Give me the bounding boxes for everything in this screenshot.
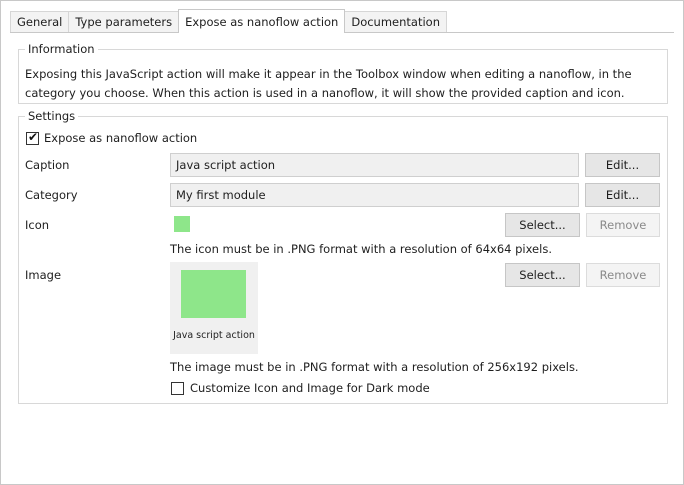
information-text: Exposing this JavaScript action will mak… [25,67,632,100]
tab-panel: Information Exposing this JavaScript act… [10,32,674,477]
tab-expose-as-nanoflow-action[interactable]: Expose as nanoflow action [178,9,346,33]
icon-format-note: The icon must be in .PNG format with a r… [170,242,552,256]
image-format-note: The image must be in .PNG format with a … [170,360,579,374]
dialog-frame: General Type parameters Expose as nanofl… [0,0,684,485]
caption-edit-button[interactable]: Edit... [585,153,660,177]
expose-checkbox[interactable]: ✔ [26,130,39,145]
expose-label[interactable]: Expose as nanoflow action [44,130,197,146]
icon-preview [174,216,190,232]
tab-general[interactable]: General [10,11,70,33]
image-preview-swatch [181,270,246,318]
image-remove-button[interactable]: Remove [586,263,660,287]
image-select-button[interactable]: Select... [505,263,580,287]
category-label: Category [25,188,78,202]
caption-field[interactable]: Java script action [170,153,579,177]
image-preview-caption: Java script action [173,330,255,341]
category-edit-button[interactable]: Edit... [585,183,660,207]
tab-documentation[interactable]: Documentation [344,11,447,33]
icon-remove-button[interactable]: Remove [586,213,660,237]
information-legend: Information [25,41,98,57]
tab-type-parameters[interactable]: Type parameters [68,11,180,33]
checkmark-icon: ✔ [28,130,39,144]
dark-mode-label[interactable]: Customize Icon and Image for Dark mode [190,380,430,396]
tab-strip: General Type parameters Expose as nanofl… [10,9,447,33]
caption-label: Caption [25,158,70,172]
image-label: Image [25,268,62,282]
category-field[interactable]: My first module [170,183,579,207]
settings-legend: Settings [25,108,79,124]
image-preview: Java script action [170,262,258,354]
information-group: Information Exposing this JavaScript act… [18,41,668,104]
icon-select-button[interactable]: Select... [505,213,580,237]
settings-group: Settings ✔ Expose as nanoflow action Cap… [18,108,668,404]
icon-label: Icon [25,218,50,232]
dark-mode-checkbox[interactable] [171,382,184,395]
